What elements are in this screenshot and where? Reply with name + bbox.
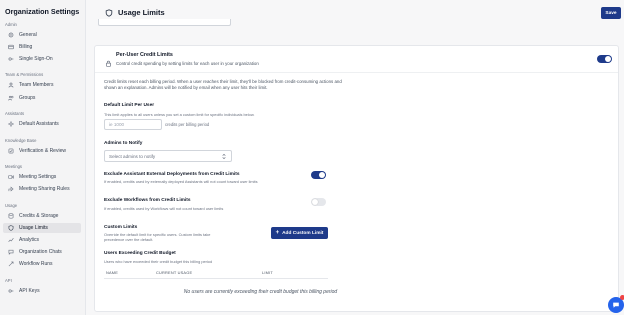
check-badge-icon <box>8 148 14 154</box>
users-exceeding-label: Users Exceeding Credit Budget <box>104 251 176 256</box>
default-limit-suffix: credits per billing period <box>165 122 210 127</box>
sidebar-item-label: API Keys <box>19 288 40 294</box>
column-header-current-usage: CURRENT USAGE <box>156 270 193 275</box>
table-divider <box>104 278 328 279</box>
sidebar-item-general[interactable]: General <box>3 30 81 40</box>
sidebar-item-sso[interactable]: Single Sign-On <box>3 54 81 64</box>
gear-icon <box>8 32 14 38</box>
sidebar-item-label: Verification & Review <box>19 148 66 154</box>
exclude-assistant-label: Exclude Assistant External Deployments f… <box>104 172 240 177</box>
sparkle-icon <box>8 121 14 127</box>
sidebar-item-usage-limits[interactable]: Usage Limits <box>3 223 81 233</box>
sidebar-item-verification-review[interactable]: Verification & Review <box>3 146 81 156</box>
custom-limits-help: Override the default limit for specific … <box>104 232 211 242</box>
plus-icon: + <box>275 230 280 236</box>
notification-badge <box>620 295 624 300</box>
per-user-credit-limits-card: Per-User Credit Limits Control credit sp… <box>94 45 619 312</box>
sidebar-item-label: Single Sign-On <box>19 56 53 62</box>
per-user-limits-toggle[interactable] <box>597 55 612 63</box>
user-icon <box>8 82 14 88</box>
chat-icon <box>612 296 620 314</box>
sidebar-item-label: Meeting Settings <box>19 174 57 180</box>
sidebar-item-label: Team Members <box>19 82 54 88</box>
admins-notify-select[interactable]: Select admins to notify <box>104 150 232 162</box>
exclude-workflows-help: If enabled, credits used by Workflows wi… <box>104 206 224 211</box>
sidebar-title: Organization Settings <box>5 7 80 16</box>
sidebar-item-credits-storage[interactable]: Credits & Storage <box>3 211 81 221</box>
previous-input-field[interactable] <box>98 19 231 26</box>
sidebar-item-label: Groups <box>19 95 36 101</box>
sidebar-item-api-keys[interactable]: API Keys <box>3 286 81 296</box>
divider <box>95 72 618 73</box>
card-title: Per-User Credit Limits <box>116 52 173 58</box>
sidebar-item-billing[interactable]: Billing <box>3 42 81 52</box>
sidebar-item-label: Workflow Runs <box>19 261 53 267</box>
sidebar-item-label: Analytics <box>19 237 40 243</box>
page-title: Usage Limits <box>105 8 165 17</box>
empty-state-message: No users are currently exceeding their c… <box>183 289 338 295</box>
lock-icon <box>105 54 112 67</box>
sidebar-item-groups[interactable]: Groups <box>3 93 81 103</box>
default-limit-help: This limit applies to all users unless y… <box>104 112 255 117</box>
section-meetings: Meetings <box>5 164 22 169</box>
admins-notify-label: Admins to Notify <box>104 141 143 146</box>
sidebar-item-organization-chats[interactable]: Organization Chats <box>3 247 81 257</box>
sidebar-item-analytics[interactable]: Analytics <box>3 235 81 245</box>
card-subtitle: Control credit spending by setting limit… <box>116 61 259 66</box>
sidebar-item-label: Usage Limits <box>19 225 48 231</box>
chat-icon <box>8 249 14 255</box>
card-icon <box>8 44 14 50</box>
add-custom-limit-label: Add Custom Limit <box>282 230 324 236</box>
sidebar-item-workflow-runs[interactable]: Workflow Runs <box>3 259 81 269</box>
section-knowledge-base: Knowledge Base <box>5 138 37 143</box>
page-title-text: Usage Limits <box>118 8 165 17</box>
shield-icon <box>8 225 14 231</box>
users-icon <box>8 95 14 101</box>
sidebar-item-label: Default Assistants <box>19 121 59 127</box>
workflow-icon <box>8 261 14 267</box>
sidebar-item-label: General <box>19 32 37 38</box>
sidebar-item-meeting-settings[interactable]: Meeting Settings <box>3 172 81 182</box>
admins-notify-placeholder: Select admins to notify <box>109 153 156 159</box>
section-api: API <box>5 278 12 283</box>
sidebar-item-label: Meeting Sharing Rules <box>19 186 70 192</box>
add-custom-limit-button[interactable]: + Add Custom Limit <box>271 227 328 239</box>
section-assistants: Assistants <box>5 111 25 116</box>
section-usage: Usage <box>5 203 18 208</box>
sidebar-item-team-members[interactable]: Team Members <box>3 80 81 90</box>
video-icon <box>8 174 14 180</box>
column-header-limit: LIMIT <box>262 270 273 275</box>
sidebar-item-label: Organization Chats <box>19 249 62 255</box>
exclude-assistant-toggle[interactable] <box>311 171 326 179</box>
section-admin: Admin <box>5 22 17 27</box>
default-limit-input[interactable]: ie 1000 <box>104 119 162 130</box>
custom-limits-label: Custom Limits <box>104 225 138 230</box>
key-icon <box>8 288 14 294</box>
save-button[interactable]: Save <box>601 7 621 19</box>
sidebar-item-label: Billing <box>19 44 33 50</box>
credit-limits-description: Credit limits reset each billing period.… <box>104 79 342 91</box>
toggle-knob <box>312 199 318 205</box>
database-icon <box>8 213 14 219</box>
sidebar-item-meeting-sharing-rules[interactable]: Meeting Sharing Rules <box>3 184 81 194</box>
users-exceeding-help: Users who have exceeded their credit bud… <box>104 259 213 264</box>
exclude-workflows-toggle[interactable] <box>311 198 326 206</box>
shield-icon <box>105 8 113 17</box>
sidebar-item-label: Credits & Storage <box>19 213 59 219</box>
column-header-name: NAME <box>106 270 119 275</box>
chevron-updown-icon <box>221 153 227 160</box>
sidebar: Organization Settings Admin General Bill… <box>0 0 86 315</box>
toggle-knob <box>605 56 611 62</box>
toggle-knob <box>319 172 325 178</box>
default-limit-label: Default Limit Per User <box>104 103 155 108</box>
share-icon <box>8 186 14 192</box>
key-icon <box>8 56 14 62</box>
chart-icon <box>8 237 14 243</box>
sidebar-item-default-assistants[interactable]: Default Assistants <box>3 119 81 129</box>
section-team: Team & Permissions <box>5 72 44 77</box>
exclude-assistant-help: If enabled, credits used by externally d… <box>104 179 258 184</box>
exclude-workflows-label: Exclude Workflows from Credit Limits <box>104 198 191 203</box>
main-content: Usage Limits Save Per-User Credit Limits… <box>86 0 624 315</box>
